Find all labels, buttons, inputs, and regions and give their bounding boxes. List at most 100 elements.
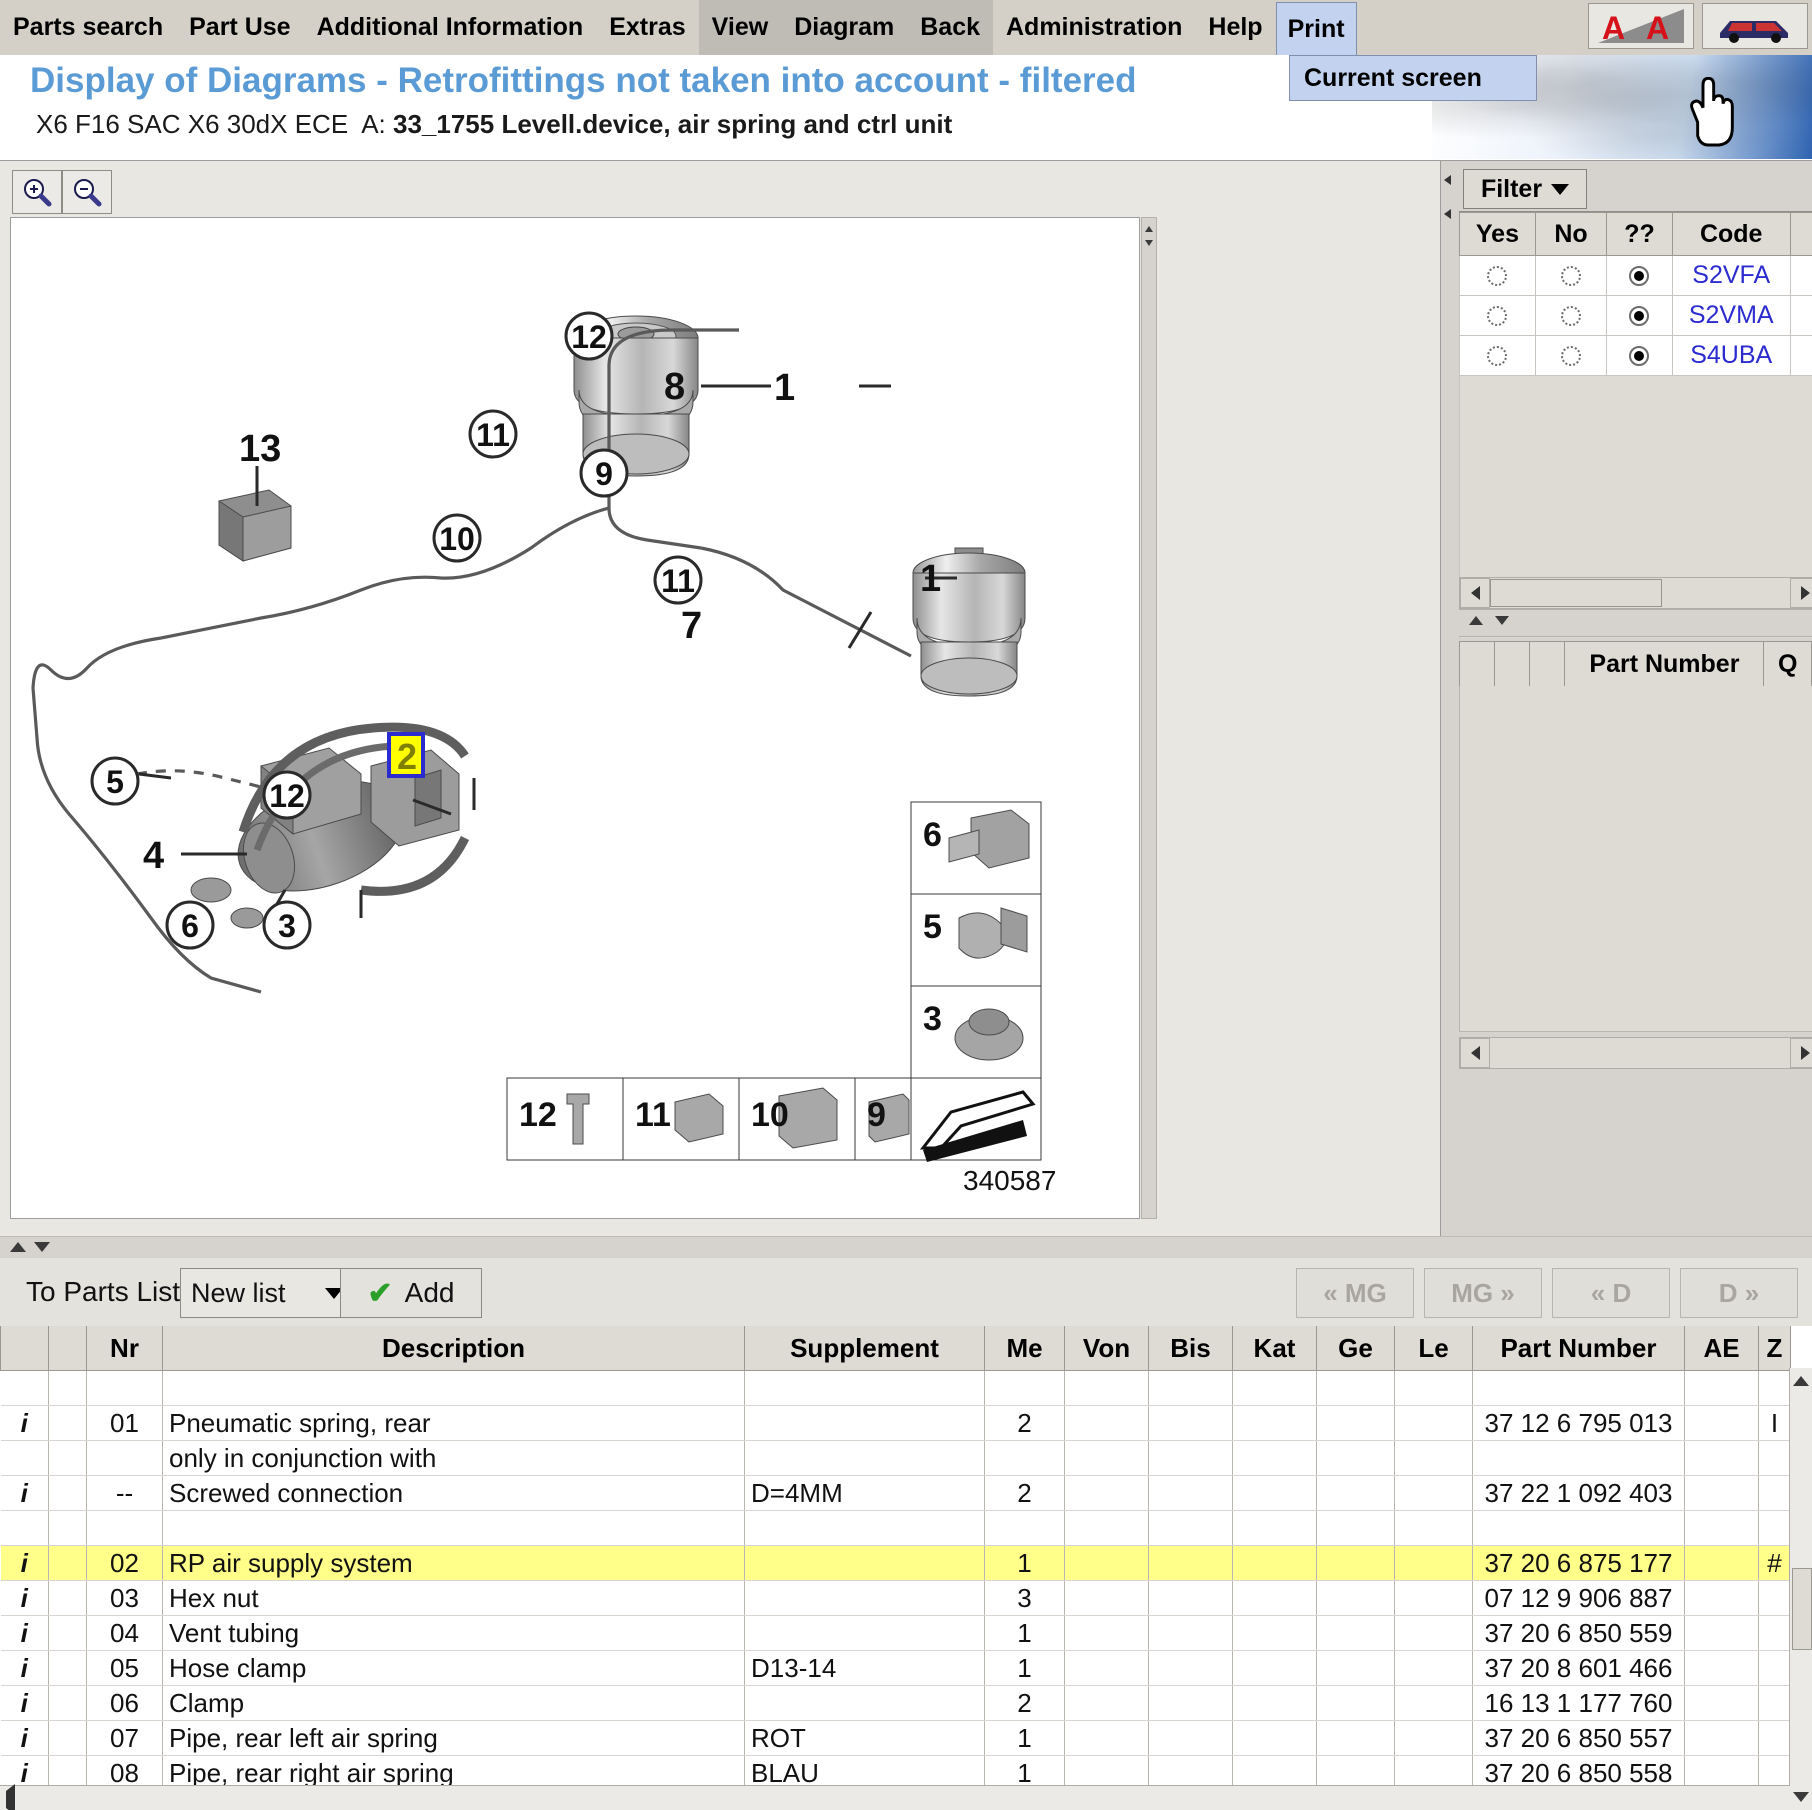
scroll-right-arrow[interactable]: [1790, 1038, 1812, 1068]
row-checkbox-cell[interactable]: [48, 1510, 87, 1546]
radio-unknown[interactable]: [1606, 255, 1673, 296]
table-row[interactable]: i 06 Clamp 2 16 13 1 177 760: [0, 1685, 1791, 1721]
row-checkbox-cell[interactable]: [48, 1440, 87, 1476]
menu-parts-search[interactable]: Parts search: [0, 0, 176, 55]
filter-button[interactable]: Filter: [1463, 169, 1587, 209]
diagram-vertical-splitter[interactable]: [1141, 217, 1157, 1219]
col-le[interactable]: Le: [1394, 1326, 1473, 1371]
right-panel-horizontal-splitter[interactable]: [1459, 609, 1812, 637]
parts-table-vscrollbar[interactable]: [1789, 1368, 1812, 1810]
splitter-down-arrow[interactable]: [34, 1242, 50, 1252]
row-checkbox-cell[interactable]: [48, 1720, 87, 1756]
menu-print[interactable]: Print: [1275, 2, 1357, 55]
menu-help[interactable]: Help: [1195, 0, 1275, 55]
menu-part-use[interactable]: Part Use: [176, 0, 303, 55]
splitter-up-arrow[interactable]: [1145, 226, 1153, 232]
row-checkbox-cell[interactable]: [48, 1685, 87, 1721]
language-icon[interactable]: A A: [1588, 3, 1694, 49]
menu-additional-information[interactable]: Additional Information: [304, 0, 597, 55]
parts-table-hscrollbar[interactable]: [0, 1784, 1790, 1810]
col-description[interactable]: Description: [162, 1326, 745, 1371]
table-row[interactable]: only in conjunction with: [0, 1440, 1791, 1476]
col-me[interactable]: Me: [984, 1326, 1065, 1371]
col-ge[interactable]: Ge: [1316, 1326, 1395, 1371]
table-row[interactable]: i 01 Pneumatic spring, rear 2 37 12 6 795 01…: [0, 1405, 1791, 1441]
parts-table-container[interactable]: Nr Description Supplement Me Von Bis Kat…: [0, 1326, 1812, 1810]
scroll-left-arrow[interactable]: [1460, 578, 1490, 608]
splitter-down-arrow[interactable]: [1145, 240, 1153, 246]
table-row[interactable]: S2VFA: [1459, 255, 1812, 296]
scroll-up-arrow[interactable]: [1793, 1376, 1809, 1386]
parts-list-splitter[interactable]: [0, 1236, 1812, 1259]
col-bis[interactable]: Bis: [1148, 1326, 1233, 1371]
menu-back[interactable]: Back: [907, 0, 993, 55]
zoom-in-icon[interactable]: [12, 170, 62, 214]
scroll-thumb[interactable]: [1490, 579, 1662, 607]
scroll-left-arrow[interactable]: [6, 1784, 15, 1810]
part-number-panel-body[interactable]: [1459, 686, 1812, 1032]
menu-view[interactable]: View: [698, 0, 782, 55]
scroll-thumb[interactable]: [1792, 1568, 1812, 1650]
table-row[interactable]: S4UBA: [1459, 335, 1812, 376]
row-checkbox-cell[interactable]: [48, 1370, 87, 1406]
table-row[interactable]: [0, 1510, 1791, 1546]
next-mg-button[interactable]: MG »: [1424, 1268, 1542, 1318]
row-checkbox-cell[interactable]: [48, 1650, 87, 1686]
col-code[interactable]: Code: [1671, 212, 1791, 256]
radio-unknown[interactable]: [1606, 335, 1673, 376]
row-checkbox-cell[interactable]: [48, 1475, 87, 1511]
splitter-down-arrow[interactable]: [1495, 616, 1509, 625]
row-checkbox-cell[interactable]: [48, 1405, 87, 1441]
col-supplement[interactable]: Supplement: [744, 1326, 985, 1371]
radio-yes[interactable]: [1459, 335, 1536, 376]
code-value[interactable]: S2VFA: [1671, 255, 1791, 296]
zoom-out-icon[interactable]: [62, 170, 112, 214]
col-von[interactable]: Von: [1064, 1326, 1149, 1371]
pn-col-part-number[interactable]: Part Number: [1564, 641, 1765, 688]
right-panel-collapse-strip[interactable]: [1441, 161, 1457, 721]
col-z[interactable]: Z: [1758, 1326, 1791, 1371]
col-yes[interactable]: Yes: [1459, 212, 1536, 256]
row-checkbox-cell[interactable]: [48, 1580, 87, 1616]
col-ae[interactable]: AE: [1684, 1326, 1759, 1371]
radio-yes[interactable]: [1459, 255, 1536, 296]
scroll-left-arrow[interactable]: [1460, 1038, 1490, 1068]
code-value[interactable]: S2VMA: [1671, 295, 1791, 336]
menu-extras[interactable]: Extras: [596, 0, 698, 55]
col-nr[interactable]: Nr: [86, 1326, 163, 1371]
splitter-up-arrow[interactable]: [1469, 616, 1483, 625]
radio-yes[interactable]: [1459, 295, 1536, 336]
col-no[interactable]: No: [1534, 212, 1608, 256]
table-row[interactable]: i 03 Hex nut 3 07 12 9 906 887: [0, 1580, 1791, 1616]
table-row[interactable]: i 05 Hose clamp D13-14 1 37 20 8 601 466: [0, 1650, 1791, 1686]
prev-d-button[interactable]: « D: [1552, 1268, 1670, 1318]
radio-no[interactable]: [1534, 335, 1608, 376]
scroll-right-arrow[interactable]: [1790, 578, 1812, 608]
parts-list-select[interactable]: New list: [180, 1268, 354, 1318]
col-part-number[interactable]: Part Number: [1472, 1326, 1685, 1371]
code-value[interactable]: S4UBA: [1671, 335, 1791, 376]
print-menu-current-screen[interactable]: Current screen: [1289, 55, 1537, 101]
splitter-up-arrow[interactable]: [10, 1242, 26, 1252]
col-unknown[interactable]: ??: [1606, 212, 1673, 256]
table-row[interactable]: i 07 Pipe, rear left air spring ROT 1 37 20 6…: [0, 1720, 1791, 1756]
radio-no[interactable]: [1534, 255, 1608, 296]
col-kat[interactable]: Kat: [1232, 1326, 1317, 1371]
table-row[interactable]: i 04 Vent tubing 1 37 20 6 850 559: [0, 1615, 1791, 1651]
menu-diagram[interactable]: Diagram: [781, 0, 908, 55]
table-row[interactable]: i -- Screwed connection D=4MM 2 37 22 1 092 4…: [0, 1475, 1791, 1511]
table-row[interactable]: S2VMA: [1459, 295, 1812, 336]
scroll-down-arrow[interactable]: [1793, 1792, 1809, 1802]
code-table-hscrollbar[interactable]: [1459, 577, 1812, 609]
radio-no[interactable]: [1534, 295, 1608, 336]
add-button[interactable]: ✔ Add: [340, 1268, 482, 1318]
pn-col-q[interactable]: Q: [1763, 641, 1812, 688]
table-row[interactable]: [0, 1370, 1791, 1406]
row-checkbox-cell[interactable]: [48, 1545, 87, 1581]
diagram-canvas[interactable]: 653 12 11 10 9 340587 12 11 9 10 11 5 6 3 1…: [10, 217, 1140, 1219]
menu-administration[interactable]: Administration: [993, 0, 1195, 55]
part-number-hscrollbar[interactable]: [1459, 1037, 1812, 1069]
vehicle-icon[interactable]: [1702, 3, 1808, 49]
table-row[interactable]: i 02 RP air supply system 1 37 20 6 875 177 #: [0, 1545, 1791, 1581]
row-checkbox-cell[interactable]: [48, 1615, 87, 1651]
